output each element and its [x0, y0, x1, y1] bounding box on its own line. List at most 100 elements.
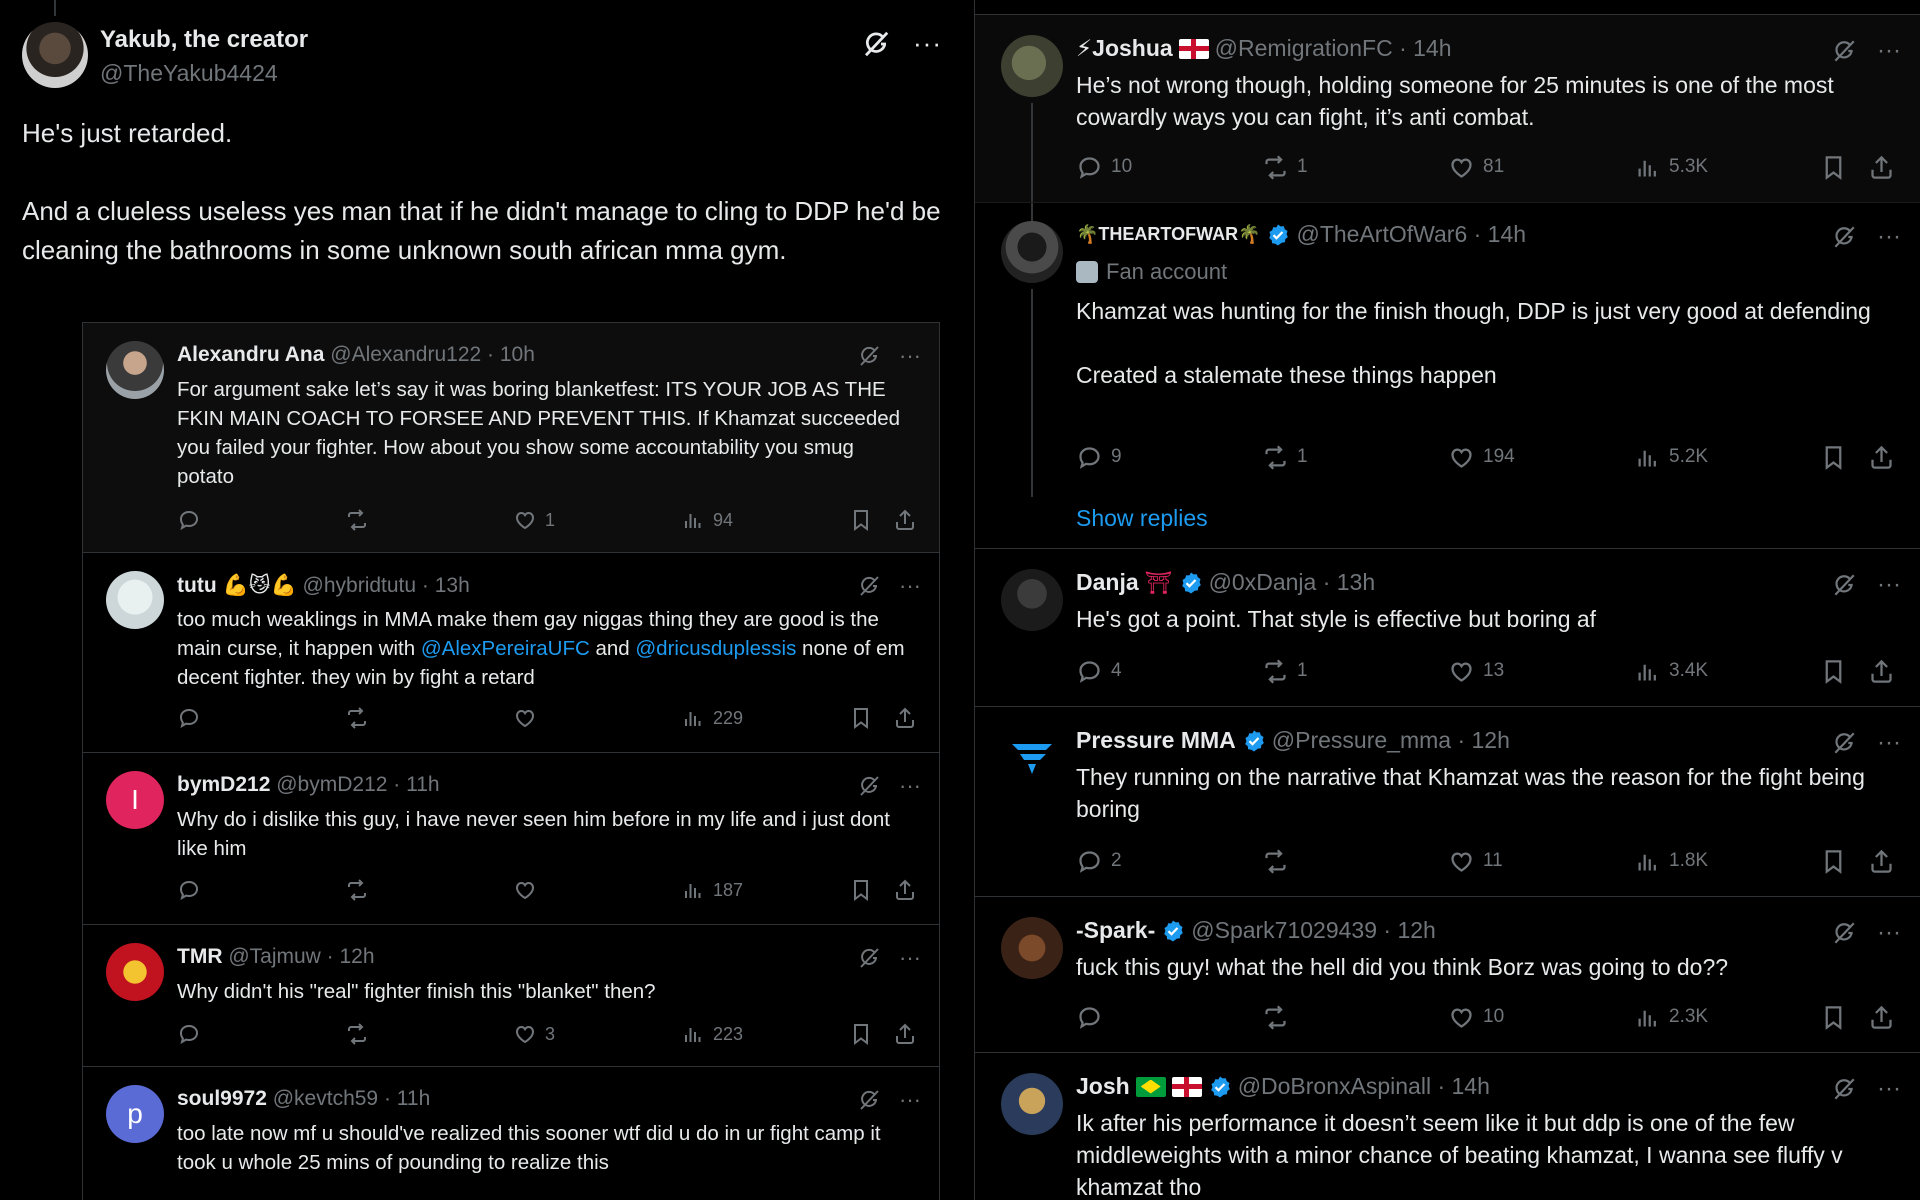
author-name[interactable]: 🌴THEARTOFWAR🌴	[1076, 224, 1260, 245]
reply-button[interactable]	[177, 706, 345, 730]
bookmark-button[interactable]	[849, 1022, 893, 1046]
more-icon[interactable]: ···	[899, 343, 921, 369]
grok-icon[interactable]	[1831, 920, 1857, 946]
grok-icon[interactable]	[1831, 224, 1857, 250]
author-name[interactable]: Alexandru Ana	[177, 343, 324, 366]
reply-item[interactable]: Josh @DoBronxAspinall · 14h ··· Ik after…	[975, 1052, 1920, 1200]
avatar[interactable]: I	[106, 771, 164, 829]
mention-link[interactable]: @AlexPereiraUFC	[421, 637, 590, 660]
repost-button[interactable]	[345, 706, 513, 730]
grok-icon[interactable]	[1831, 1076, 1857, 1102]
grok-icon[interactable]	[1831, 730, 1857, 756]
author-handle-time[interactable]: @RemigrationFC · 14h	[1215, 35, 1452, 62]
bookmark-button[interactable]	[1820, 658, 1868, 685]
share-button[interactable]	[893, 508, 917, 532]
reply-item[interactable]: Pressure MMA @Pressure_mma · 12h ··· The…	[975, 706, 1920, 896]
author-handle-time[interactable]: @DoBronxAspinall · 14h	[1238, 1073, 1490, 1100]
mention-link[interactable]: @dricusduplessis	[635, 637, 796, 660]
more-icon[interactable]: ···	[899, 1087, 921, 1113]
reply-button[interactable]	[177, 1022, 345, 1046]
views-button[interactable]: 5.2K	[1634, 444, 1820, 471]
author-handle[interactable]: @TheYakub4424	[100, 60, 278, 87]
author-handle-time[interactable]: @bymD212 · 11h	[276, 773, 439, 796]
reply-item[interactable]: ⚡Joshua @RemigrationFC · 14h ··· He’s no…	[975, 14, 1920, 203]
reply-button[interactable]: 10	[1076, 154, 1262, 181]
reply-item[interactable]: I bymD212 @bymD212 · 11h ··· Why do i di…	[83, 752, 939, 924]
views-button[interactable]: 5.3K	[1634, 154, 1820, 181]
more-icon[interactable]: ···	[899, 573, 921, 599]
more-icon[interactable]: ···	[1877, 1075, 1901, 1103]
views-button[interactable]: 1.8K	[1634, 848, 1820, 875]
show-replies-link[interactable]: Show replies	[1076, 505, 1208, 532]
reply-button[interactable]: 9	[1076, 444, 1262, 471]
repost-button[interactable]	[1262, 1004, 1448, 1031]
reply-item[interactable]: p soul9972 @kevtch59 · 11h ··· too late …	[83, 1066, 939, 1200]
author-handle-time[interactable]: @0xDanja · 13h	[1209, 569, 1376, 596]
repost-button[interactable]: 1	[1262, 444, 1448, 471]
views-button[interactable]: 3.4K	[1634, 658, 1820, 685]
author-name[interactable]: Pressure MMA	[1076, 727, 1236, 754]
views-button[interactable]: 229	[681, 706, 849, 730]
like-button[interactable]: 11	[1448, 848, 1634, 875]
more-icon[interactable]: ···	[913, 28, 942, 59]
author-handle-time[interactable]: @hybridtutu · 13h	[303, 574, 470, 597]
author-name[interactable]: tutu	[177, 574, 217, 597]
avatar[interactable]: p	[106, 1085, 164, 1143]
author-handle-time[interactable]: @Tajmuw · 12h	[228, 945, 374, 968]
avatar[interactable]	[1001, 1073, 1063, 1135]
repost-button[interactable]: 1	[1262, 658, 1448, 685]
author-name[interactable]: -Spark-	[1076, 917, 1155, 944]
more-icon[interactable]: ···	[1877, 223, 1901, 251]
avatar[interactable]	[106, 341, 164, 399]
author-name[interactable]: ⚡Joshua	[1076, 35, 1173, 62]
reply-button[interactable]	[177, 508, 345, 532]
views-button[interactable]: 2.3K	[1634, 1004, 1820, 1031]
author-handle-time[interactable]: @Pressure_mma · 12h	[1272, 727, 1510, 754]
like-button[interactable]: 1	[513, 508, 681, 532]
views-button[interactable]: 94	[681, 508, 849, 532]
reply-item[interactable]: Alexandru Ana @Alexandru122 · 10h ··· Fo…	[83, 322, 939, 552]
grok-icon[interactable]	[1831, 38, 1857, 64]
more-icon[interactable]: ···	[899, 773, 921, 799]
avatar[interactable]	[1001, 917, 1063, 979]
reply-item[interactable]: -Spark- @Spark71029439 · 12h ··· fuck th…	[975, 896, 1920, 1052]
repost-button[interactable]: 1	[1262, 154, 1448, 181]
views-button[interactable]: 223	[681, 1022, 849, 1046]
repost-button[interactable]	[345, 508, 513, 532]
reply-item[interactable]: tutu 💪😼💪 @hybridtutu · 13h ··· too much …	[83, 552, 939, 752]
bookmark-button[interactable]	[1820, 444, 1868, 471]
share-button[interactable]	[893, 706, 917, 730]
more-icon[interactable]: ···	[1877, 37, 1901, 65]
more-icon[interactable]: ···	[1877, 571, 1901, 599]
like-button[interactable]: 194	[1448, 444, 1634, 471]
like-button[interactable]: 10	[1448, 1004, 1634, 1031]
reply-button[interactable]	[177, 878, 345, 902]
like-button[interactable]	[513, 878, 681, 902]
share-button[interactable]	[1868, 848, 1895, 875]
author-name[interactable]: Josh	[1076, 1073, 1130, 1100]
grok-icon[interactable]	[857, 344, 881, 368]
share-button[interactable]	[893, 878, 917, 902]
bookmark-button[interactable]	[849, 706, 893, 730]
more-icon[interactable]: ···	[1877, 729, 1901, 757]
bookmark-button[interactable]	[1820, 154, 1868, 181]
grok-icon[interactable]	[857, 574, 881, 598]
avatar[interactable]	[1001, 221, 1063, 283]
repost-button[interactable]	[345, 1022, 513, 1046]
author-name[interactable]: Yakub, the creator	[100, 26, 308, 54]
like-button[interactable]: 13	[1448, 658, 1634, 685]
grok-icon[interactable]	[857, 946, 881, 970]
author-name[interactable]: Danja	[1076, 569, 1139, 596]
share-button[interactable]	[1868, 658, 1895, 685]
share-button[interactable]	[1868, 154, 1895, 181]
author-handle-time[interactable]: @Spark71029439 · 12h	[1191, 917, 1436, 944]
bookmark-button[interactable]	[849, 508, 893, 532]
like-button[interactable]: 3	[513, 1022, 681, 1046]
more-icon[interactable]: ···	[899, 945, 921, 971]
reply-item[interactable]: 🌴THEARTOFWAR🌴 @TheArtOfWar6 · 14h ··· Fa…	[975, 202, 1920, 548]
reply-item[interactable]: TMR @Tajmuw · 12h ··· Why didn't his "re…	[83, 924, 939, 1066]
author-name[interactable]: bymD212	[177, 773, 270, 796]
reply-button[interactable]: 2	[1076, 848, 1262, 875]
repost-button[interactable]	[345, 878, 513, 902]
author-handle-time[interactable]: @Alexandru122 · 10h	[330, 343, 535, 366]
